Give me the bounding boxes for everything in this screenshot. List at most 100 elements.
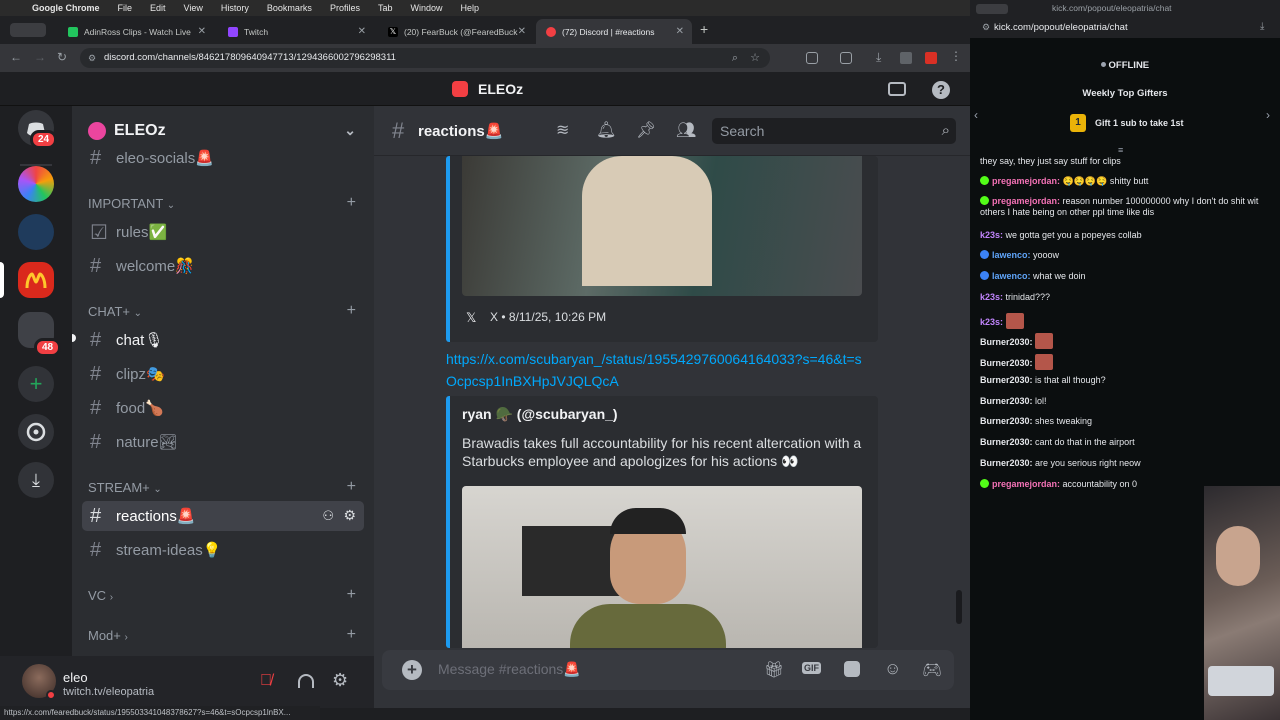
category-stream[interactable]: STREAM+ ⌄: [88, 480, 162, 495]
chat-username[interactable]: pregamejordan:: [992, 196, 1063, 206]
chat-scrollbar-thumb[interactable]: [956, 590, 962, 624]
channel-reactions[interactable]: # reactions🚨 ⚇ ⚙: [82, 501, 364, 531]
embed-video-thumbnail[interactable]: [462, 156, 862, 296]
create-channel-icon[interactable]: +: [347, 302, 356, 320]
create-channel-icon[interactable]: +: [347, 194, 356, 212]
channel-chat[interactable]: # chat🎙: [82, 325, 364, 355]
gif-icon[interactable]: GIF: [802, 662, 821, 674]
chat-username[interactable]: lawenco:: [992, 271, 1033, 281]
chat-username[interactable]: Burner2030:: [980, 458, 1035, 468]
message-composer[interactable]: + Message #reactions🚨 🎁︎ GIF ☺ 🎮︎: [382, 650, 954, 690]
embed-author[interactable]: ryan 🪖 (@scubaryan_): [462, 406, 618, 423]
close-icon[interactable]: ✕: [198, 26, 206, 37]
chat-username[interactable]: pregamejordan:: [992, 479, 1063, 489]
collapse-icon[interactable]: ≡: [1118, 145, 1123, 155]
close-icon[interactable]: ✕: [676, 26, 684, 37]
add-attachment-icon[interactable]: +: [402, 660, 422, 680]
bell-icon[interactable]: 🔔︎: [596, 120, 616, 140]
tab-twitch[interactable]: Twitch ✕: [218, 19, 374, 44]
create-channel-icon[interactable]: +: [347, 478, 356, 496]
chat-username[interactable]: Burner2030:: [980, 396, 1035, 406]
category-vc[interactable]: VC ›: [88, 588, 113, 603]
menu-tab[interactable]: Tab: [378, 3, 393, 13]
menu-help[interactable]: Help: [460, 3, 479, 13]
chat-username[interactable]: k23s:: [980, 230, 1006, 240]
extension-red-icon[interactable]: [925, 52, 937, 64]
close-icon[interactable]: ✕: [518, 26, 526, 37]
category-important[interactable]: IMPORTANT ⌄: [88, 196, 175, 211]
threads-icon[interactable]: ≋: [556, 120, 569, 140]
extensions-icon[interactable]: [806, 52, 818, 64]
user-settings-icon[interactable]: ⚙: [332, 670, 348, 691]
inbox-icon[interactable]: [888, 82, 906, 96]
embed-video-thumbnail[interactable]: [462, 486, 862, 648]
tab-cast-icon[interactable]: [840, 52, 852, 64]
tab-fearbuck[interactable]: 𝕏 (20) FearBuck (@FearedBuck ✕: [378, 19, 534, 44]
search-input[interactable]: Search ⌕: [712, 118, 956, 144]
chevron-down-icon[interactable]: ⌄: [344, 122, 356, 139]
channel-eleo-socials[interactable]: # eleo-socials🚨: [82, 148, 364, 168]
chevron-right-icon[interactable]: ›: [1266, 108, 1270, 122]
menu-file[interactable]: File: [118, 3, 133, 13]
server-rainbow[interactable]: [18, 166, 54, 202]
back-icon[interactable]: ←: [10, 50, 22, 64]
new-tab-icon[interactable]: +: [700, 21, 708, 37]
chat-username[interactable]: Burner2030:: [980, 375, 1035, 385]
chat-username[interactable]: Burner2030:: [980, 416, 1035, 426]
discover-icon[interactable]: [18, 414, 54, 450]
tab-discord[interactable]: (72) Discord | #reactions ✕: [536, 19, 692, 44]
bookmark-star-icon[interactable]: ☆: [750, 48, 760, 68]
server-rocket[interactable]: [18, 214, 54, 250]
zoom-icon[interactable]: ⌕: [732, 48, 738, 68]
category-mod[interactable]: Mod+ ›: [88, 628, 128, 643]
site-info-icon[interactable]: ⚙: [982, 22, 990, 33]
message-link[interactable]: https://x.com/scubaryan_/status/19554297…: [446, 348, 866, 392]
add-server-icon[interactable]: +: [18, 366, 54, 402]
channel-food[interactable]: # food🍗: [82, 393, 364, 423]
tab-search-button[interactable]: [10, 23, 46, 37]
channel-welcome[interactable]: # welcome🎊: [82, 251, 364, 281]
gear-icon[interactable]: ⚙: [343, 507, 356, 524]
headset-icon[interactable]: [298, 674, 314, 688]
download-apps-icon[interactable]: ⤓: [18, 462, 54, 498]
side-panel-icon[interactable]: [900, 52, 912, 64]
window-controls[interactable]: [976, 4, 1008, 14]
members-icon[interactable]: 👥︎: [676, 120, 696, 140]
chat-username[interactable]: Burner2030:: [980, 437, 1035, 447]
site-info-icon[interactable]: ⚙: [88, 48, 96, 68]
url-input[interactable]: ⚙ discord.com/channels/84621780964094771…: [80, 48, 770, 68]
forward-icon[interactable]: →: [34, 50, 46, 64]
reload-icon[interactable]: ↻: [57, 50, 67, 64]
activities-icon[interactable]: 🎮︎: [922, 660, 942, 680]
channel-rules[interactable]: ☑ rules✅: [82, 217, 364, 247]
chat-username[interactable]: k23s:: [980, 317, 1006, 327]
menu-profiles[interactable]: Profiles: [330, 3, 360, 13]
create-channel-icon[interactable]: +: [347, 586, 356, 604]
tab-adinross[interactable]: AdinRoss Clips - Watch Live ✕: [58, 19, 214, 44]
chat-username[interactable]: Burner2030:: [980, 337, 1035, 347]
chat-username[interactable]: k23s:: [980, 292, 1006, 302]
channel-nature[interactable]: # nature🏞: [82, 427, 364, 457]
category-chat[interactable]: CHAT+ ⌄: [88, 304, 142, 319]
channel-clipz[interactable]: # clipz🎭: [82, 359, 364, 389]
message-input[interactable]: Message #reactions🚨: [438, 661, 581, 678]
emoji-icon[interactable]: ☺: [884, 659, 901, 679]
menu-edit[interactable]: Edit: [150, 3, 166, 13]
close-icon[interactable]: ✕: [358, 26, 366, 37]
sticker-icon[interactable]: [844, 661, 860, 677]
download-icon[interactable]: ⤓: [1260, 21, 1264, 32]
channel-stream-ideas[interactable]: # stream-ideas💡: [82, 535, 364, 565]
chevron-left-icon[interactable]: ‹: [974, 108, 978, 122]
server-eleoz[interactable]: [18, 262, 54, 298]
kick-url[interactable]: kick.com/popout/eleopatria/chat: [994, 22, 1128, 33]
create-channel-icon[interactable]: +: [347, 626, 356, 644]
gift-cta[interactable]: Gift 1 sub to take 1st: [1095, 118, 1184, 128]
menu-history[interactable]: History: [221, 3, 249, 13]
username[interactable]: eleo: [63, 670, 88, 685]
chat-username[interactable]: pregamejordan:: [992, 176, 1063, 186]
invite-icon[interactable]: ⚇: [322, 508, 334, 524]
chat-username[interactable]: Burner2030:: [980, 358, 1035, 368]
help-icon[interactable]: ?: [932, 81, 950, 99]
chrome-menu-icon[interactable]: ⋮: [950, 49, 962, 63]
menu-view[interactable]: View: [184, 3, 203, 13]
